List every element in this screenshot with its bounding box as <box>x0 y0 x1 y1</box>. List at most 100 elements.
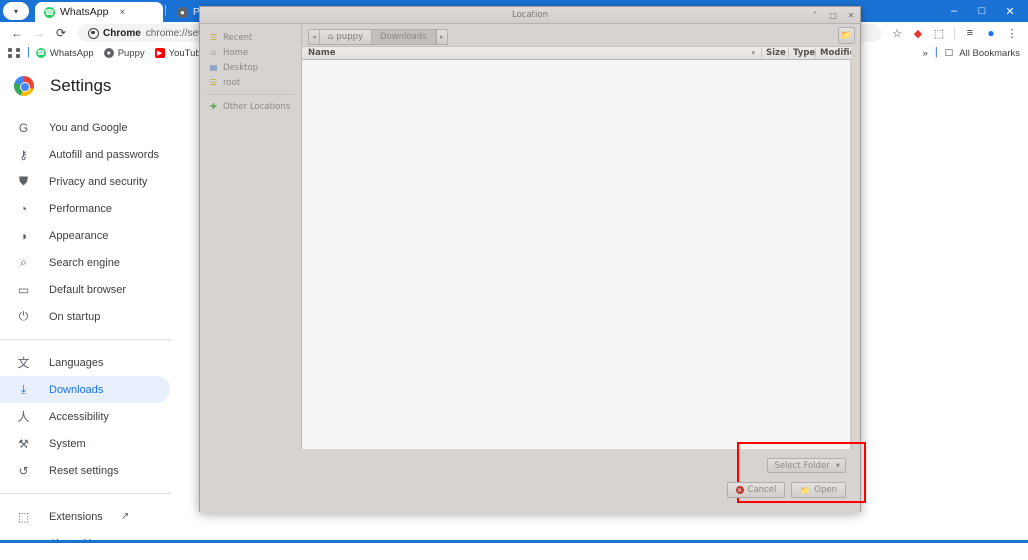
bookmark-label: Puppy <box>117 47 145 59</box>
sidebar-item-appearance[interactable]: ◑ Appearance <box>0 222 170 249</box>
folder-icon: ☰ <box>209 78 218 87</box>
path-scroll-left-button[interactable]: ◂ <box>308 28 320 45</box>
column-header-name[interactable]: Name ▾ <box>302 48 761 58</box>
translate-icon: 文 <box>17 356 30 370</box>
file-list-scrollbar[interactable] <box>851 63 860 449</box>
close-button[interactable]: ✕ <box>996 2 1024 20</box>
sidebar-item-accessibility[interactable]: 人 Accessibility <box>0 403 170 430</box>
extensions-icon[interactable]: ⬚ <box>929 23 949 43</box>
close-icon[interactable]: × <box>119 7 125 18</box>
new-folder-icon[interactable]: 📁 <box>838 27 855 44</box>
omnibox-chip-label: Chrome <box>103 27 141 39</box>
sidebar-item-performance[interactable]: ◔ Performance <box>0 195 170 222</box>
dialog-window-controls: ˄ □ ✕ <box>810 7 856 24</box>
breadcrumb-puppy[interactable]: ⌂ puppy <box>320 28 373 45</box>
dialog-close-button[interactable]: ✕ <box>846 11 856 20</box>
bookmark-whatsapp[interactable]: ☎ WhatsApp <box>31 47 99 60</box>
page-title: Settings <box>50 76 112 95</box>
desktop-icon: ▤ <box>209 63 218 72</box>
sidebar-item-downloads[interactable]: ⤓ Downloads <box>0 376 170 403</box>
puppy-icon: ● <box>103 48 114 58</box>
browser-window-icon: ▭ <box>17 282 30 297</box>
apps-grid-icon[interactable] <box>8 48 22 58</box>
split-view-icon[interactable]: ≡ <box>960 23 980 43</box>
dialog-action-buttons: ✕ Cancel 📁 Open <box>726 482 846 498</box>
sidebar-item-default-browser[interactable]: ▭ Default browser <box>0 276 170 303</box>
window-controls: – □ ✕ <box>940 2 1024 20</box>
dialog-minimize-button[interactable]: ˄ <box>810 11 820 20</box>
dialog-body: ☰ Recent ⌂ Home ▤ Desktop ☰ root ✚ Other… <box>200 24 860 449</box>
select-folder-label: Select Folder <box>774 460 830 471</box>
key-icon: ⚷ <box>19 147 28 162</box>
sidebar-item-privacy[interactable]: ⛊ Privacy and security <box>0 168 170 195</box>
column-header-type[interactable]: Type <box>788 48 815 58</box>
place-recent[interactable]: ☰ Recent <box>200 30 301 45</box>
sidebar-item-autofill[interactable]: ⚷ Autofill and passwords <box>0 141 170 168</box>
forward-icon[interactable]: → <box>28 23 50 43</box>
recent-icon: ☰ <box>209 33 218 42</box>
chevron-down-icon: ▾ <box>835 460 840 471</box>
tab-search-dropdown-button[interactable]: ▾ <box>3 2 29 20</box>
path-scroll-right-button[interactable]: ▸ <box>435 28 448 45</box>
breadcrumb-downloads[interactable]: Downloads <box>372 28 436 45</box>
place-other-locations[interactable]: ✚ Other Locations <box>200 99 301 114</box>
bookmarks-overflow-icon[interactable]: » <box>923 48 928 59</box>
sidebar-item-you-and-google[interactable]: G You and Google <box>0 114 170 141</box>
sidebar-item-reset-settings[interactable]: ↺ Reset settings <box>0 457 170 484</box>
chrome-logo-icon <box>14 76 34 96</box>
sidebar-item-languages[interactable]: 文 Languages <box>0 349 170 376</box>
back-icon[interactable]: ← <box>6 23 28 43</box>
place-desktop[interactable]: ▤ Desktop <box>200 60 301 75</box>
open-button[interactable]: 📁 Open <box>791 482 846 498</box>
column-header-size[interactable]: Size <box>761 48 788 58</box>
place-home[interactable]: ⌂ Home <box>200 45 301 60</box>
toolbar-divider <box>954 26 955 40</box>
sidebar-item-label: Search engine <box>49 256 120 269</box>
palette-icon: ◑ <box>19 228 28 243</box>
reset-icon: ↺ <box>18 463 29 478</box>
sidebar-item-label: Extensions <box>49 510 103 523</box>
sidebar-item-label: Appearance <box>49 229 109 242</box>
column-label: Name <box>308 48 336 58</box>
chrome-menu-icon[interactable]: ⋮ <box>1002 23 1022 43</box>
puppy-icon: ● <box>176 6 188 18</box>
cancel-icon: ✕ <box>735 486 744 494</box>
home-icon: ⌂ <box>328 31 334 42</box>
column-header-modified[interactable]: Modified <box>815 48 851 58</box>
place-label: Desktop <box>223 62 259 73</box>
bookmark-star-icon[interactable]: ☆ <box>887 23 907 43</box>
power-icon: ⏻ <box>18 309 29 323</box>
profile-avatar-icon[interactable]: ● <box>981 23 1001 43</box>
chevron-down-icon: ▾ <box>13 6 18 16</box>
breadcrumb-label: Downloads <box>380 31 427 42</box>
shield-icon[interactable]: ◆ <box>908 23 928 43</box>
places-sidebar: ☰ Recent ⌂ Home ▤ Desktop ☰ root ✚ Other… <box>200 24 302 449</box>
tab-whatsapp[interactable]: ☎ WhatsApp × <box>35 2 163 22</box>
folder-icon: ☐ <box>944 47 954 59</box>
select-folder-dropdown[interactable]: Select Folder ▾ <box>766 458 846 473</box>
cancel-button[interactable]: ✕ Cancel <box>726 482 786 498</box>
dialog-maximize-button[interactable]: □ <box>828 11 838 20</box>
minimize-button[interactable]: – <box>940 2 968 20</box>
toolbar-actions: ☆ ◆ ⬚ ≡ ● ⋮ <box>887 23 1022 43</box>
search-icon: ⌕ <box>20 255 27 269</box>
bookmarks-overflow-area: » | ☐ All Bookmarks <box>923 46 1020 60</box>
places-divider <box>206 94 295 95</box>
reload-icon[interactable]: ⟳ <box>50 23 72 43</box>
bookmark-puppy[interactable]: ● Puppy <box>99 47 150 60</box>
place-root[interactable]: ☰ root <box>200 75 301 90</box>
file-list[interactable] <box>302 60 851 449</box>
sidebar-item-extensions[interactable]: ⬚ Extensions ↗ <box>0 503 170 530</box>
maximize-button[interactable]: □ <box>968 2 996 20</box>
sidebar-item-search-engine[interactable]: ⌕ Search engine <box>0 249 170 276</box>
sidebar-item-on-startup[interactable]: ⏻ On startup <box>0 303 170 330</box>
google-icon: G <box>18 120 29 135</box>
dialog-title: Location <box>512 10 548 20</box>
sidebar-item-system[interactable]: ⚒ System <box>0 430 170 457</box>
all-bookmarks-label[interactable]: All Bookmarks <box>959 48 1020 59</box>
tab-title: WhatsApp <box>60 6 109 18</box>
file-list-header: Name ▾ Size Type Modified <box>302 46 851 60</box>
youtube-icon: ▶ <box>154 48 165 58</box>
desktop-taskbar[interactable] <box>0 540 1028 560</box>
screen: ▾ ☎ WhatsApp × | ● Puppy Li – □ ✕ ← → ⟳ <box>0 0 1028 560</box>
